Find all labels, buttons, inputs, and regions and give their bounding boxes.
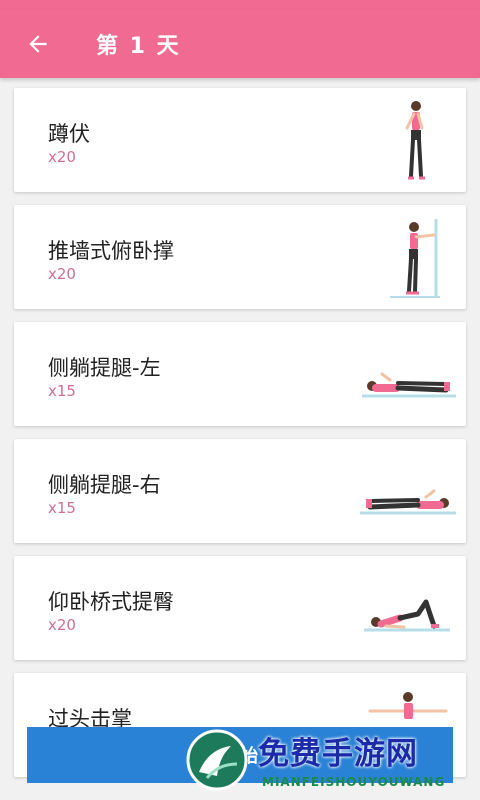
arrow-left-icon [29, 35, 47, 53]
exercise-card-wall-pushup[interactable]: 推墙式俯卧撑 x20 [14, 205, 466, 309]
exercise-name: 侧躺提腿-右 [48, 473, 161, 497]
exercise-reps: x15 [48, 499, 76, 517]
app-bar: 第 1 天 [0, 10, 480, 78]
exercise-name: 仰卧桥式提臀 [48, 590, 174, 614]
watermark: 免费手游网 MIANFEISHOUYOUWANG [180, 724, 470, 800]
exercise-reps: x20 [48, 616, 76, 634]
exercise-card-side-leg-raise-right[interactable]: 侧躺提腿-右 x15 [14, 439, 466, 543]
exercise-reps: x15 [48, 382, 76, 400]
exercise-name: 推墙式俯卧撑 [48, 239, 174, 263]
status-bar [0, 0, 480, 10]
exercise-card-side-leg-raise-left[interactable]: 侧躺提腿-左 x15 [14, 322, 466, 426]
side-lying-leg-raise-right-icon [360, 489, 456, 515]
side-lying-leg-raise-left-icon [362, 372, 456, 398]
exercise-list: 蹲伏 x20 推墙式俯卧撑 x20 侧躺提腿-左 x15 侧躺提腿-右 x15 … [14, 88, 466, 790]
page-title: 第 1 天 [96, 34, 181, 59]
exercise-name: 侧躺提腿-左 [48, 356, 161, 380]
exercise-reps: x20 [48, 148, 76, 166]
wall-pushup-icon [390, 219, 440, 298]
exercise-card-glute-bridge[interactable]: 仰卧桥式提臀 x20 [14, 556, 466, 660]
back-button[interactable] [18, 24, 58, 64]
watermark-subtext: MIANFEISHOUYOUWANG [262, 775, 446, 789]
watermark-logo-icon [186, 729, 248, 791]
watermark-text: 免费手游网 [258, 736, 418, 772]
glute-bridge-icon [364, 599, 450, 632]
exercise-name: 蹲伏 [48, 122, 90, 146]
standing-pose-icon [405, 101, 425, 180]
exercise-reps: x20 [48, 265, 76, 283]
exercise-card-squat[interactable]: 蹲伏 x20 [14, 88, 466, 192]
